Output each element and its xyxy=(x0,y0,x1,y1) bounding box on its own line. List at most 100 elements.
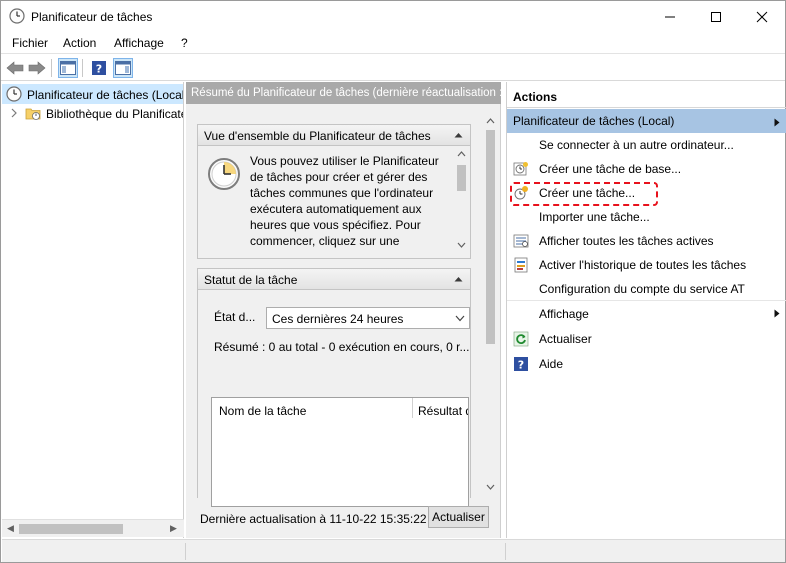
action-create-basic-task[interactable]: Créer une tâche de base... xyxy=(507,157,786,181)
overview-scrollbar[interactable] xyxy=(453,147,470,252)
scroll-up-icon xyxy=(486,118,495,124)
tree-item-label: Planificateur de tâches (Local) xyxy=(27,88,184,102)
minimize-icon xyxy=(665,16,675,17)
basic-task-icon xyxy=(513,161,529,177)
summary-header: Résumé du Planificateur de tâches (derni… xyxy=(186,82,501,104)
help-toolbar-button[interactable]: ? xyxy=(89,58,109,78)
actions-pane: Actions Planificateur de tâches (Local) … xyxy=(506,82,786,538)
overview-section: Vue d'ensemble du Planificateur de tâche… xyxy=(197,124,471,259)
toolbar-separator xyxy=(51,59,52,77)
collapse-up-icon[interactable] xyxy=(450,271,466,287)
maximize-icon xyxy=(711,11,721,22)
status-state-label: État d... xyxy=(214,310,256,324)
scroll-up-icon xyxy=(457,151,466,157)
task-status-table: Nom de la tâche Résultat d xyxy=(211,397,469,507)
maximize-button[interactable] xyxy=(693,1,739,32)
show-hide-action-pane-button[interactable] xyxy=(113,58,133,78)
status-period-select[interactable]: Ces dernières 24 heures xyxy=(266,307,470,329)
minimize-button[interactable] xyxy=(647,1,693,32)
action-label: Affichage xyxy=(539,307,589,321)
chevron-right-icon[interactable] xyxy=(10,107,18,121)
action-label: Afficher toutes les tâches actives xyxy=(539,234,714,248)
task-scheduler-window: Planificateur de tâches Fichier Action A… xyxy=(0,0,786,563)
menu-view[interactable]: Affichage xyxy=(114,36,164,50)
scroll-down-icon xyxy=(486,484,495,490)
column-separator[interactable] xyxy=(412,398,413,418)
overview-description: Vous pouvez utiliser le Planificateur de… xyxy=(250,154,439,251)
close-button[interactable] xyxy=(739,1,785,32)
menu-file[interactable]: Fichier xyxy=(12,36,48,50)
actions-group-label: Planificateur de tâches (Local) xyxy=(513,114,675,128)
console-tree-icon xyxy=(60,61,76,75)
scrollbar-thumb[interactable] xyxy=(486,130,495,344)
summary-pane: Résumé du Planificateur de tâches (derni… xyxy=(186,82,501,538)
action-refresh[interactable]: Actualiser xyxy=(507,327,786,351)
scrollbar-thumb[interactable] xyxy=(19,524,123,534)
collapse-up-icon[interactable] xyxy=(450,127,466,143)
task-status-section-header[interactable]: Statut de la tâche xyxy=(198,269,470,290)
action-label: Activer l'historique de toutes les tâche… xyxy=(539,258,747,272)
action-at-service-account[interactable]: Configuration du compte du service AT xyxy=(507,277,786,301)
clock-large-icon xyxy=(207,157,241,194)
back-arrow-icon xyxy=(6,61,24,75)
highlight-annotation xyxy=(510,182,658,206)
action-pane-icon xyxy=(115,61,131,75)
action-label: Aide xyxy=(539,357,564,371)
forward-arrow-icon xyxy=(28,61,46,75)
menu-action[interactable]: Action xyxy=(63,36,96,50)
svg-text:?: ? xyxy=(96,63,102,76)
show-hide-console-tree-button[interactable] xyxy=(58,58,78,78)
tree-horizontal-scrollbar[interactable]: ◀ ▶ xyxy=(2,519,184,537)
folder-clock-icon xyxy=(25,105,41,124)
expand-arrow-icon xyxy=(774,116,780,130)
action-display-active-tasks[interactable]: Afficher toutes les tâches actives xyxy=(507,229,786,253)
status-period-value: Ces dernières 24 heures xyxy=(272,312,404,326)
toolbar-separator xyxy=(82,59,83,77)
action-label: Importer une tâche... xyxy=(539,210,650,224)
action-enable-history[interactable]: Activer l'historique de toutes les tâche… xyxy=(507,253,786,277)
task-status-title: Statut de la tâche xyxy=(204,273,298,287)
status-bar-separator xyxy=(185,543,186,560)
summary-vertical-scrollbar[interactable] xyxy=(482,112,499,496)
window-title: Planificateur de tâches xyxy=(31,10,153,24)
scroll-right-icon[interactable]: ▶ xyxy=(170,523,177,534)
action-label: Se connecter à un autre ordinateur... xyxy=(539,138,734,152)
last-refresh-label: Dernière actualisation à 11-10-22 15:35:… xyxy=(200,512,427,526)
action-import-task[interactable]: Importer une tâche... xyxy=(507,205,786,229)
tree-item-label: Bibliothèque du Planificateur de tâches xyxy=(46,107,183,121)
submenu-arrow-icon xyxy=(774,307,780,321)
column-header-result[interactable]: Résultat d xyxy=(418,404,468,418)
forward-button[interactable] xyxy=(27,58,47,78)
status-summary: Résumé : 0 au total - 0 exécution en cou… xyxy=(214,340,470,354)
actions-group-header[interactable]: Planificateur de tâches (Local) xyxy=(507,109,786,133)
overview-section-header[interactable]: Vue d'ensemble du Planificateur de tâche… xyxy=(198,125,470,146)
help-icon: ? xyxy=(513,356,529,372)
menu-help[interactable]: ? xyxy=(181,36,188,50)
active-tasks-icon xyxy=(513,233,529,249)
refresh-icon xyxy=(513,331,529,347)
scroll-left-icon[interactable]: ◀ xyxy=(7,523,14,534)
svg-text:?: ? xyxy=(518,359,524,372)
status-bar xyxy=(2,539,785,562)
chevron-down-icon xyxy=(455,311,465,325)
action-connect-computer[interactable]: Se connecter à un autre ordinateur... xyxy=(507,133,786,157)
scroll-down-icon xyxy=(457,242,466,248)
column-header-task-name[interactable]: Nom de la tâche xyxy=(219,404,306,418)
back-button[interactable] xyxy=(5,58,25,78)
action-help[interactable]: ? Aide xyxy=(507,352,786,376)
action-label: Créer une tâche de base... xyxy=(539,162,682,176)
tree-item-library[interactable]: Bibliothèque du Planificateur de tâches xyxy=(2,103,183,124)
title-bar: Planificateur de tâches xyxy=(1,1,785,32)
action-view[interactable]: Affichage xyxy=(507,302,786,326)
status-bar-separator xyxy=(505,543,506,560)
overview-title: Vue d'ensemble du Planificateur de tâche… xyxy=(204,129,431,143)
actions-title: Actions xyxy=(507,82,786,108)
refresh-button[interactable]: Actualiser xyxy=(428,506,489,528)
console-tree: Planificateur de tâches (Local) Biblioth… xyxy=(2,82,184,538)
toolbar: ? xyxy=(1,55,785,81)
scrollbar-thumb[interactable] xyxy=(457,165,466,191)
close-icon xyxy=(756,11,768,22)
tree-item-local-scheduler[interactable]: Planificateur de tâches (Local) xyxy=(2,84,184,104)
clock-icon xyxy=(9,8,25,27)
history-icon xyxy=(513,257,529,273)
